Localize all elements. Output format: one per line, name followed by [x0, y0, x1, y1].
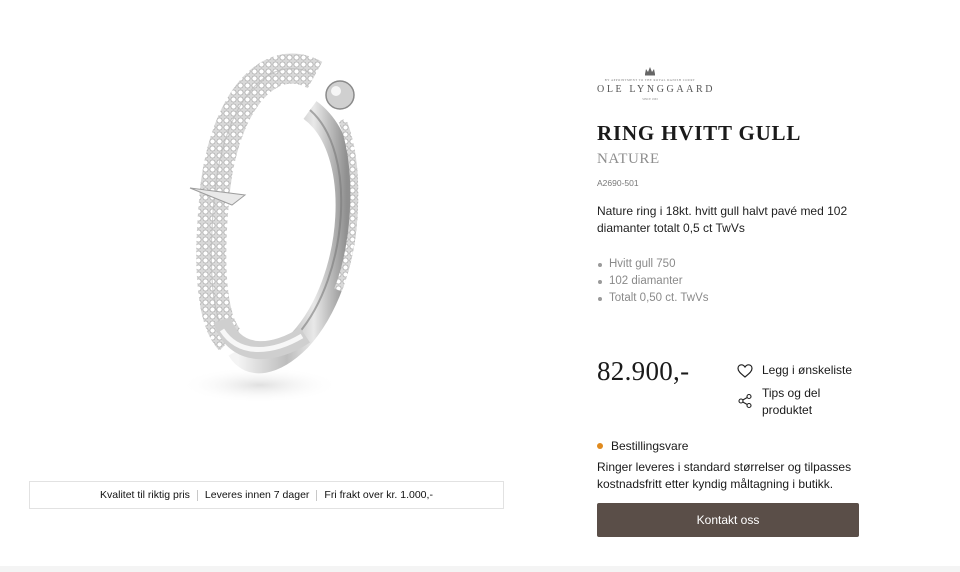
share-product-button[interactable]: Tips og del produktet — [737, 385, 867, 419]
availability-note: Ringer leveres i standard størrelser og … — [597, 460, 852, 491]
product-title: RING HVITT GULL — [597, 121, 802, 145]
product-specs: Hvitt gull 750 102 diamanter Totalt 0,50… — [597, 256, 709, 307]
spec-item: 102 diamanter — [597, 273, 709, 290]
product-sku: A2690-501 — [597, 178, 639, 188]
usp-bar: Kvalitet til riktig pris Leveres innen 7… — [29, 481, 504, 509]
heart-icon — [737, 364, 753, 378]
usp-quality: Kvalitet til riktig pris — [100, 489, 190, 501]
availability-label: Bestillingsvare — [611, 439, 689, 453]
page-divider — [0, 566, 960, 572]
usp-free-shipping: Fri frakt over kr. 1.000,- — [324, 489, 433, 501]
product-collection[interactable]: NATURE — [597, 151, 660, 168]
brand-appointment: BY APPOINTMENT TO THE ROYAL DANISH COURT — [604, 78, 696, 82]
wishlist-label: Legg i ønskeliste — [762, 363, 853, 377]
crown-icon — [645, 67, 655, 76]
brand-name: OLE LYNGGAARD — [597, 84, 716, 95]
product-price: 82.900,- — [597, 356, 690, 386]
share-label: Tips og del produktet — [762, 386, 821, 417]
product-description: Nature ring i 18kt. hvitt gull halvt pav… — [597, 204, 848, 235]
brand-since: SINCE 1963 — [642, 97, 658, 101]
status-dot — [597, 443, 603, 449]
spec-item: Totalt 0,50 ct. TwVs — [597, 290, 709, 307]
brand-logo[interactable]: BY APPOINTMENT TO THE ROYAL DANISH COURT… — [597, 66, 712, 102]
share-icon — [738, 393, 752, 409]
add-to-wishlist-button[interactable]: Legg i ønskeliste — [737, 362, 852, 379]
availability-status: Bestillingsvare — [597, 439, 688, 453]
usp-delivery: Leveres innen 7 dager — [204, 489, 310, 501]
spec-item: Hvitt gull 750 — [597, 256, 709, 273]
diamond-ring-image — [180, 53, 359, 403]
product-image[interactable] — [160, 40, 390, 450]
contact-us-button[interactable]: Kontakt oss — [597, 503, 859, 537]
